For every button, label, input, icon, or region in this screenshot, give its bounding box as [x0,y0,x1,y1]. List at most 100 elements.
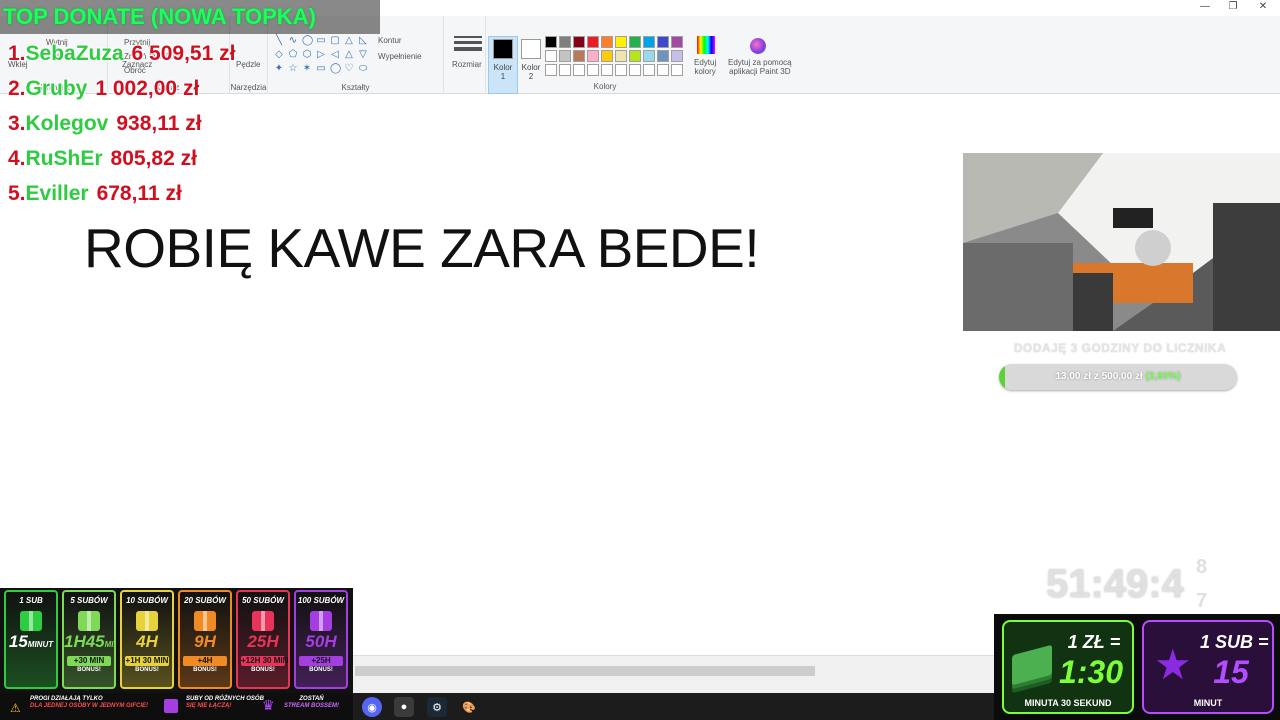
goal-amount-text: 13,00 zł z 500,00 zł [1055,371,1143,382]
shape-tool-icon[interactable]: ╲ [274,36,284,46]
shape-tool-icon[interactable]: ⬭ [358,64,368,74]
palette-swatch[interactable] [559,64,571,76]
shape-tool-icon[interactable]: ✶ [302,64,312,74]
zl-conversion-sub: MINUTA 30 SEKUND [1024,698,1112,708]
shape-tool-icon[interactable]: ✦ [274,64,284,74]
money-stack-icon [1012,644,1052,686]
scrollbar-thumb[interactable] [355,666,815,676]
tier-label: 20 SUBÓW [184,596,226,605]
goal-percent-text: (2,60%) [1145,371,1181,382]
donor-amount: 6 509,51 zł [131,42,236,65]
shape-tool-icon[interactable]: ◺ [358,36,368,46]
palette-swatch[interactable] [657,36,669,48]
edit-colors-button[interactable]: Edytuj kolory [694,58,716,76]
tier-label: 1 SUB [19,596,43,605]
fill-dropdown[interactable]: Wypełnienie [378,52,422,61]
palette-swatch[interactable] [671,64,683,76]
palette-swatch[interactable] [601,50,613,62]
shape-tool-icon[interactable]: △ [344,36,354,46]
palette-swatch[interactable] [587,50,599,62]
discord-icon[interactable]: ◉ [362,697,382,717]
shape-tool-icon[interactable]: ⬠ [288,50,298,60]
palette-swatch[interactable] [545,36,557,48]
shape-tool-icon[interactable]: ◯ [330,64,341,74]
palette-swatch[interactable] [615,50,627,62]
palette-swatch[interactable] [643,36,655,48]
shape-tool-icon[interactable]: ▢ [330,36,340,46]
shape-tool-icon[interactable]: ◯ [302,36,313,46]
palette-swatch[interactable] [615,64,627,76]
zl-conversion-card: 1 ZŁ = 1:30 MINUTA 30 SEKUND [1002,620,1134,714]
palette-swatch[interactable] [629,50,641,62]
shape-tool-icon[interactable]: ∿ [288,36,298,46]
palette-swatch[interactable] [643,64,655,76]
outline-dropdown[interactable]: Kontur [378,36,402,45]
note-3: ZOSTAŃ STREAM BOSSEM! [284,696,339,718]
palette-swatch[interactable] [615,36,627,48]
palette-swatch[interactable] [601,64,613,76]
palette-swatch[interactable] [587,36,599,48]
palette-swatch[interactable] [643,50,655,62]
shape-tool-icon[interactable]: ▭ [316,64,326,74]
shape-tool-icon[interactable]: ♡ [344,64,354,74]
note-1-line1: PROGI DZIAŁAJĄ TYLKO [30,696,103,702]
gift-icon [252,611,274,631]
edit-colors-icon[interactable] [697,36,715,54]
countdown-timer: 51:49:4 [1046,562,1184,606]
donor-name: SebaZuza [25,42,124,65]
sub-tier-card: 50 SUBÓW 25H +12H 30 MIN BONUS! [236,590,290,689]
palette-swatch[interactable] [629,64,641,76]
palette-swatch[interactable] [573,64,585,76]
size-lines-icon[interactable] [454,36,482,54]
color1-label: Kolor 1 [493,63,513,81]
shape-tool-icon[interactable]: ▭ [316,36,326,46]
palette-swatch[interactable] [671,36,683,48]
shape-tool-icon[interactable]: ▷ [316,50,326,60]
shape-tool-icon[interactable]: △ [344,50,354,60]
donor-rank: 5. [8,182,26,205]
palette-swatch[interactable] [545,50,557,62]
tier-time-unit: MIN [104,640,114,649]
gift-icon [194,611,216,631]
goal-label: DODAJĘ 3 GODZINY DO LICZNIKA [1013,341,1227,355]
tier-bonus: BONUS! [77,667,101,673]
tier-label: 5 SUBÓW [70,596,108,605]
palette-swatch[interactable] [559,36,571,48]
shape-tool-icon[interactable]: ⬡ [302,50,312,60]
palette-swatch[interactable] [573,36,585,48]
palette-swatch[interactable] [629,36,641,48]
paint-icon[interactable]: 🎨 [459,697,479,717]
color1-button[interactable]: Kolor 1 [488,36,518,94]
sub-tier-card: 20 SUBÓW 9H +4H BONUS! [178,590,232,689]
zl-conversion-value: 1:30 [1058,654,1124,690]
color2-swatch [521,39,541,59]
size-button[interactable]: Rozmiar [452,60,482,69]
maximize-button[interactable]: ❐ [1216,0,1250,16]
palette-swatch[interactable] [601,36,613,48]
palette-swatch[interactable] [559,50,571,62]
tier-bonus-time: +12H 30 MIN [241,656,289,666]
palette-swatch[interactable] [573,50,585,62]
paint3d-icon[interactable] [750,38,766,54]
steam-icon[interactable]: ⚙ [427,697,447,717]
color2-button[interactable]: Kolor 2 [516,36,546,94]
shape-tool-icon[interactable]: ◁ [330,50,340,60]
tier-time-value: 15 [8,632,28,651]
shape-tool-icon[interactable]: ▽ [358,50,368,60]
webcam-feed [963,153,1280,331]
close-button[interactable]: ✕ [1246,0,1280,16]
gift-icon [78,611,100,631]
palette-swatch[interactable] [657,50,669,62]
donor-amount: 1 002,00 zł [95,77,200,100]
rotate-button[interactable]: Obróć [124,66,146,75]
shape-tool-icon[interactable]: ◇ [274,50,284,60]
shape-tool-icon[interactable]: ☆ [288,64,298,74]
palette-swatch[interactable] [671,50,683,62]
obs-icon[interactable]: ● [394,697,414,717]
paint3d-button[interactable]: Edytuj za pomocą aplikacji Paint 3D [728,58,792,76]
brushes-button[interactable]: Pędzle [236,60,260,69]
palette-swatch[interactable] [587,64,599,76]
palette-swatch[interactable] [545,64,557,76]
palette-swatch[interactable] [657,64,669,76]
sub-conversion-sub: MINUT [1193,698,1223,708]
